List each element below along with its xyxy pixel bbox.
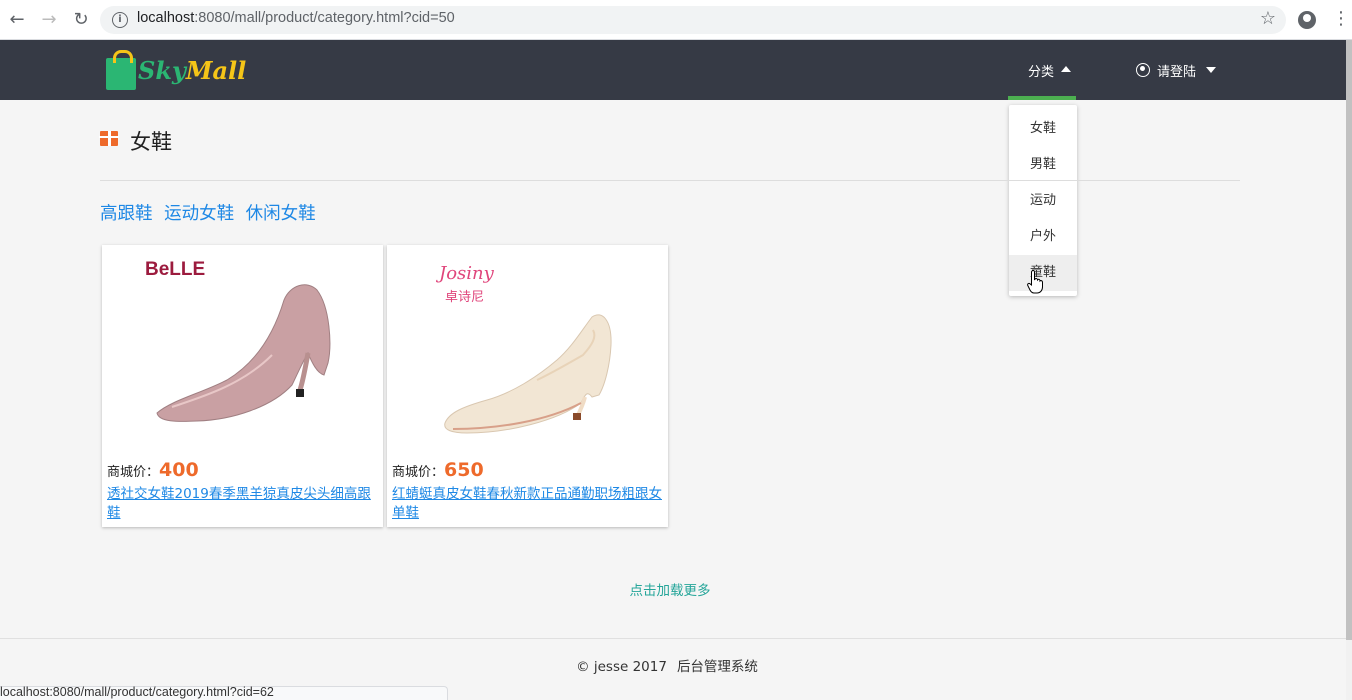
dropdown-item-kids-shoes[interactable]: 童鞋: [1009, 255, 1077, 291]
subcategory-high-heels[interactable]: 高跟鞋: [100, 204, 153, 224]
user-circle-icon: [1136, 63, 1150, 77]
dropdown-item-sports[interactable]: 运动: [1009, 183, 1077, 219]
footer: © jesse 2017 后台管理系统: [0, 655, 1334, 675]
subcategory-links: 高跟鞋 运动女鞋 休闲女鞋: [100, 200, 322, 225]
product-name-link[interactable]: 透社交女鞋2019春季黑羊猄真皮尖头细高跟鞋: [107, 485, 379, 523]
price-value: 650: [444, 459, 484, 481]
url-text: localhost:8080/mall/product/category.htm…: [137, 10, 455, 26]
product-image[interactable]: Josiny 卓诗尼: [387, 245, 668, 460]
active-underline: [1008, 96, 1076, 100]
reload-icon[interactable]: ↻: [70, 9, 92, 31]
product-name-link[interactable]: 红蜻蜓真皮女鞋春秋新款正品通勤职场粗跟女单鞋: [392, 485, 664, 523]
category-dropdown: 女鞋 男鞋 运动 户外 童鞋: [1009, 105, 1077, 296]
price-label: 商城价：: [107, 465, 160, 480]
caret-up-icon: [1061, 66, 1071, 72]
info-icon[interactable]: i: [112, 12, 128, 28]
footer-divider: [0, 638, 1346, 639]
gift-icon: [99, 131, 119, 146]
browser-toolbar: ← → ↻ i localhost:8080/mall/product/cate…: [0, 0, 1352, 40]
page-scrollbar[interactable]: [1346, 40, 1352, 700]
browser-menu-icon[interactable]: ⋮: [1332, 8, 1350, 30]
page-title-text: 女鞋: [130, 130, 172, 154]
brand-logo: Josiny: [435, 263, 495, 284]
scrollbar-thumb[interactable]: [1346, 40, 1352, 640]
brand-logo: BeLLE: [145, 259, 205, 280]
admin-system-link[interactable]: 后台管理系统: [677, 659, 758, 675]
nav-login-label: 请登陆: [1157, 65, 1197, 80]
shopping-bag-icon: [106, 50, 136, 90]
product-card[interactable]: Josiny 卓诗尼 商城价：650 红蜻蜓真皮女鞋春秋新款正品通勤职场粗跟女单…: [387, 245, 668, 527]
price-label: 商城价：: [392, 465, 445, 480]
nav-category-label: 分类: [1028, 65, 1055, 80]
account-icon[interactable]: [1298, 11, 1316, 29]
dropdown-item-men-shoes[interactable]: 男鞋: [1009, 147, 1077, 183]
caret-down-icon: [1206, 67, 1216, 73]
hand-cursor-icon: [1027, 270, 1043, 294]
status-url: localhost:8080/mall/product/category.htm…: [0, 685, 274, 699]
logo-text: SkyMall: [138, 56, 247, 85]
subcategory-casual-women[interactable]: 休闲女鞋: [246, 204, 316, 224]
brand-logo-cn: 卓诗尼: [445, 290, 484, 305]
subcategory-sport-women[interactable]: 运动女鞋: [164, 204, 234, 224]
price-row: 商城价：650: [392, 459, 484, 481]
load-more-link[interactable]: 点击加载更多: [0, 579, 1340, 599]
back-icon[interactable]: ←: [6, 9, 28, 31]
forward-icon[interactable]: →: [38, 9, 60, 31]
bookmark-star-icon[interactable]: ☆: [1260, 8, 1276, 29]
product-card[interactable]: BeLLE 商城价：400 透社交女鞋2019春季黑羊猄真皮尖头细高跟鞋: [102, 245, 383, 527]
divider: [100, 180, 1240, 181]
site-logo[interactable]: SkyMall: [106, 50, 266, 92]
price-value: 400: [159, 459, 199, 481]
dropdown-item-women-shoes[interactable]: 女鞋: [1009, 111, 1077, 147]
price-row: 商城价：400: [107, 459, 199, 481]
nav-category-menu[interactable]: 分类: [1008, 40, 1076, 100]
footer-copyright: © jesse 2017: [576, 659, 667, 675]
browser-status-bar: localhost:8080/mall/product/category.htm…: [0, 685, 448, 700]
product-image[interactable]: BeLLE: [102, 245, 383, 460]
dropdown-item-outdoor[interactable]: 户外: [1009, 219, 1077, 255]
address-bar[interactable]: i localhost:8080/mall/product/category.h…: [100, 6, 1286, 34]
